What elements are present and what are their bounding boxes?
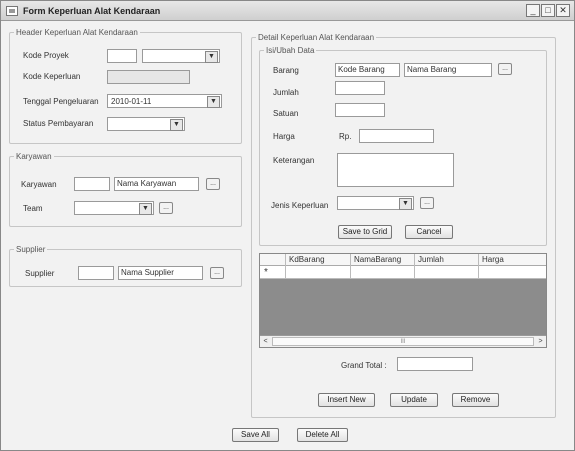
jumlah-label: Jumlah (273, 88, 299, 97)
title-bar: Form Keperluan Alat Kendaraan _ □ ✕ (1, 1, 574, 21)
karyawan-label: Karyawan (21, 180, 57, 189)
grid-cell[interactable] (479, 266, 546, 279)
app-icon (6, 6, 18, 16)
kode-proyek-label: Kode Proyek (23, 51, 69, 60)
team-label: Team (23, 204, 43, 213)
supplier-label: Supplier (25, 269, 55, 278)
grid-header: KdBarang NamaBarang Jumlah Harga (260, 254, 546, 266)
form-window: Form Keperluan Alat Kendaraan _ □ ✕ Head… (0, 0, 575, 451)
save-to-grid-button[interactable]: Save to Grid (338, 225, 392, 239)
supplier-id-input[interactable] (78, 266, 114, 280)
detail-group-legend: Detail Keperluan Alat Kendaraan (258, 33, 375, 42)
keterangan-textarea[interactable] (337, 153, 454, 187)
kode-proyek-dropdown[interactable]: ▼ (142, 49, 220, 63)
isi-ubah-group: Isi/Ubah Data (259, 46, 547, 246)
nama-barang-field[interactable]: Nama Barang (404, 63, 492, 77)
new-row-marker: * (260, 266, 286, 279)
grid-horizontal-scrollbar[interactable]: < III > (260, 335, 546, 347)
scroll-right-icon[interactable]: > (536, 337, 545, 346)
isi-ubah-legend: Isi/Ubah Data (266, 46, 315, 55)
grid-cell[interactable] (286, 266, 351, 279)
update-button[interactable]: Update (390, 393, 438, 407)
nama-karyawan-field[interactable]: Nama Karyawan (114, 177, 199, 191)
column-header-harga[interactable]: Harga (479, 254, 546, 266)
chevron-down-icon[interactable]: ▼ (205, 51, 218, 63)
chevron-down-icon[interactable]: ▼ (139, 203, 152, 215)
nama-supplier-field[interactable]: Nama Supplier (118, 266, 203, 280)
tanggal-value: 2010-01-11 (111, 97, 152, 106)
team-dropdown[interactable]: ▼ (74, 201, 154, 215)
barang-label: Barang (273, 66, 299, 75)
grid-row-header-corner (260, 254, 286, 266)
grid-cell[interactable] (415, 266, 479, 279)
tanggal-label: Tenggal Pengeluaran (23, 97, 99, 106)
column-header-kdbarang[interactable]: KdBarang (286, 254, 351, 266)
harga-input[interactable] (359, 129, 434, 143)
maximize-button[interactable]: □ (541, 4, 555, 17)
jumlah-input[interactable] (335, 81, 385, 95)
karyawan-group-legend: Karyawan (16, 152, 52, 161)
column-header-namabarang[interactable]: NamaBarang (351, 254, 415, 266)
jenis-keperluan-dropdown[interactable]: ▼ (337, 196, 414, 210)
browse-karyawan-button[interactable]: ... (206, 178, 220, 190)
browse-supplier-button[interactable]: ... (210, 267, 224, 279)
chevron-down-icon[interactable]: ▼ (170, 119, 183, 131)
status-label: Status Pembayaran (23, 119, 94, 128)
supplier-group-legend: Supplier (16, 245, 46, 254)
kode-barang-field[interactable]: Kode Barang (335, 63, 400, 77)
kode-proyek-input[interactable] (107, 49, 137, 63)
grand-total-field (397, 357, 473, 371)
chevron-down-icon[interactable]: ▼ (207, 96, 220, 108)
window-title: Form Keperluan Alat Kendaraan (23, 6, 161, 16)
tanggal-date-picker[interactable]: 2010-01-11 ▼ (107, 94, 222, 108)
grid-new-row[interactable]: * (260, 266, 546, 279)
grid-cell[interactable] (351, 266, 415, 279)
keterangan-label: Keterangan (273, 156, 315, 165)
rp-label: Rp. (339, 132, 352, 141)
jenis-keperluan-label: Jenis Keperluan (271, 201, 329, 210)
close-button[interactable]: ✕ (556, 4, 570, 17)
header-group-legend: Header Keperluan Alat Kendaraan (16, 28, 138, 37)
insert-new-button[interactable]: Insert New (318, 393, 375, 407)
browse-jenis-button[interactable]: ... (420, 197, 434, 209)
scroll-left-icon[interactable]: < (261, 337, 270, 346)
browse-barang-button[interactable]: ... (498, 63, 512, 75)
cancel-button[interactable]: Cancel (405, 225, 453, 239)
remove-button[interactable]: Remove (452, 393, 499, 407)
chevron-down-icon[interactable]: ▼ (399, 198, 412, 210)
save-all-button[interactable]: Save All (232, 428, 279, 442)
kode-keperluan-field (107, 70, 190, 84)
detail-grid[interactable]: KdBarang NamaBarang Jumlah Harga * < III… (259, 253, 547, 348)
scroll-thumb[interactable]: III (272, 337, 534, 346)
delete-all-button[interactable]: Delete All (297, 428, 348, 442)
karyawan-id-input[interactable] (74, 177, 110, 191)
kode-keperluan-label: Kode Keperluan (23, 72, 81, 81)
minimize-button[interactable]: _ (526, 4, 540, 17)
status-dropdown[interactable]: ▼ (107, 117, 185, 131)
harga-label: Harga (273, 132, 295, 141)
satuan-input[interactable] (335, 103, 385, 117)
column-header-jumlah[interactable]: Jumlah (415, 254, 479, 266)
grand-total-label: Grand Total : (341, 361, 387, 370)
satuan-label: Satuan (273, 109, 299, 118)
browse-team-button[interactable]: ... (159, 202, 173, 214)
